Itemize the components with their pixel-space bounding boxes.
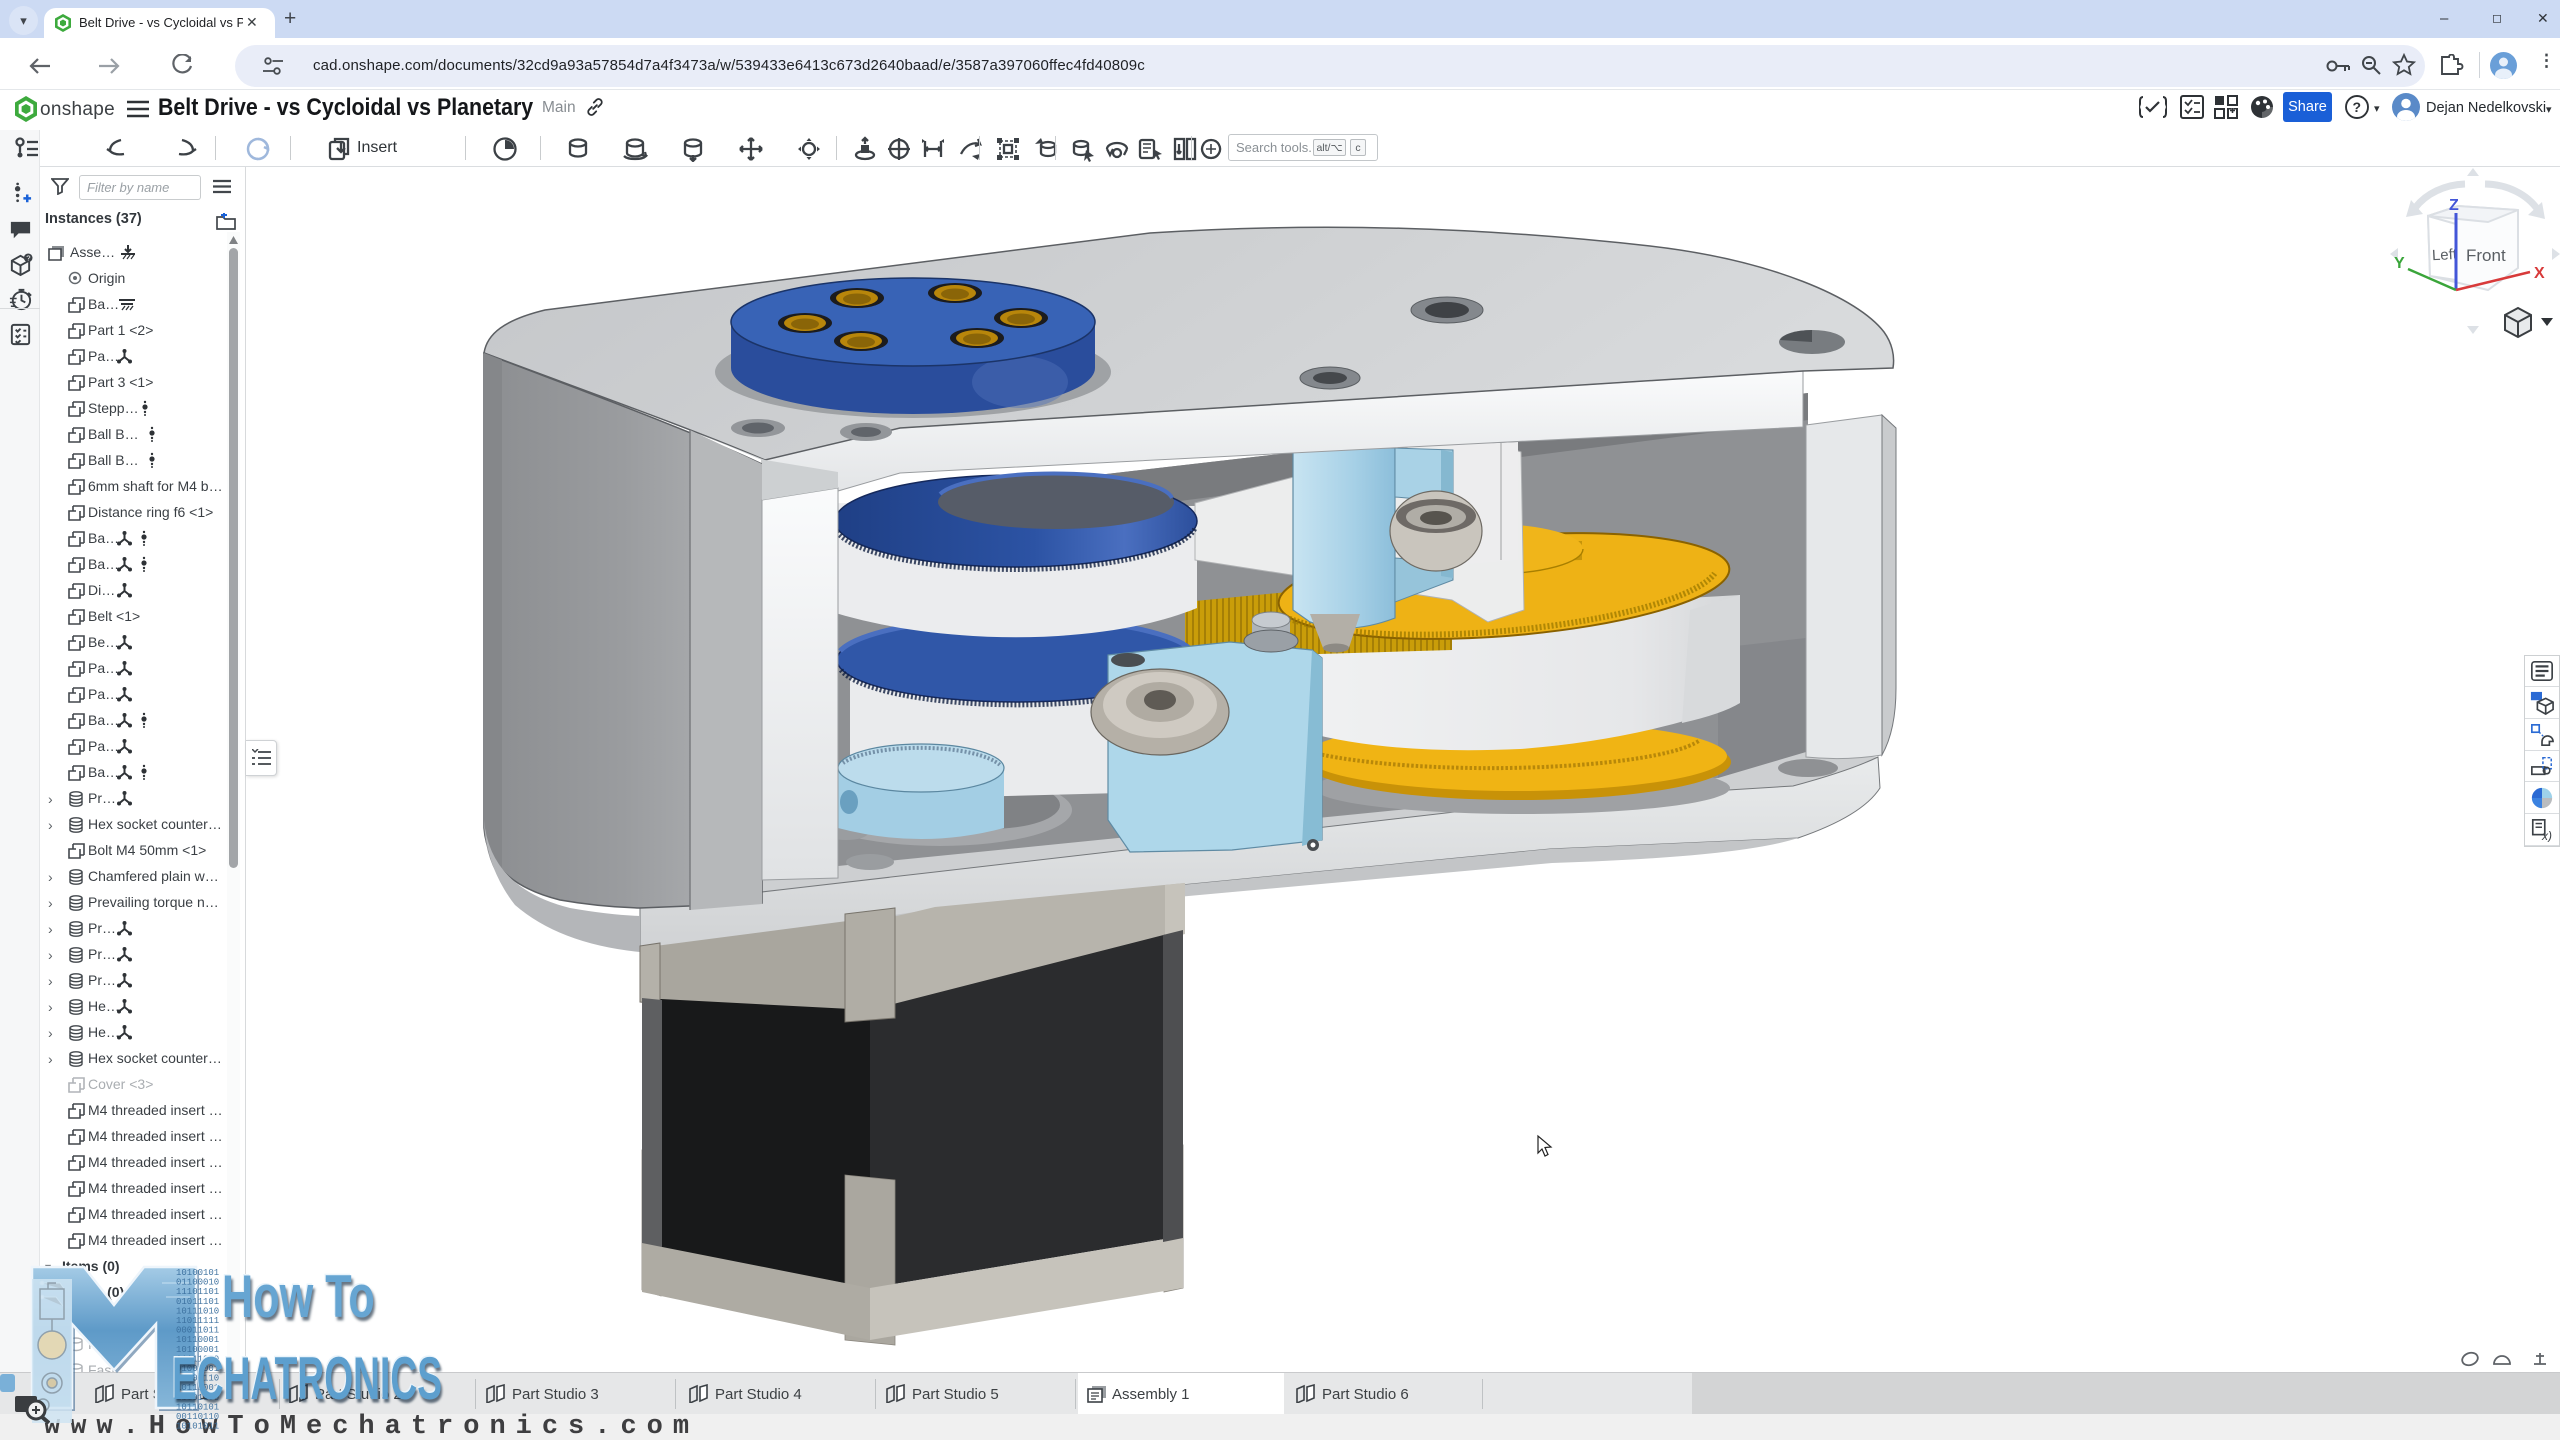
svg-text:X: X — [2534, 265, 2545, 282]
svg-text:11011111: 11011111 — [176, 1316, 219, 1326]
svg-text:10100101: 10100101 — [176, 1268, 219, 1278]
svg-text:11101101: 11101101 — [176, 1287, 219, 1297]
svg-text:Front: Front — [2466, 246, 2506, 265]
svg-text:Z: Z — [2449, 197, 2459, 214]
svg-text:01100010: 01100010 — [176, 1278, 219, 1288]
svg-text:00110110: 00110110 — [176, 1412, 219, 1422]
svg-text:00011011: 00011011 — [176, 1326, 219, 1336]
svg-text:Y: Y — [2394, 255, 2405, 272]
svg-text:x): x) — [2541, 829, 2552, 842]
svg-text:10111010: 10111010 — [176, 1306, 219, 1316]
svg-text:10101011: 10101011 — [176, 1422, 219, 1432]
svg-text:?: ? — [26, 254, 30, 263]
svg-text:Left: Left — [2432, 246, 2459, 264]
svg-text:01011101: 01011101 — [176, 1297, 219, 1307]
svg-text:?: ? — [2353, 99, 2362, 115]
